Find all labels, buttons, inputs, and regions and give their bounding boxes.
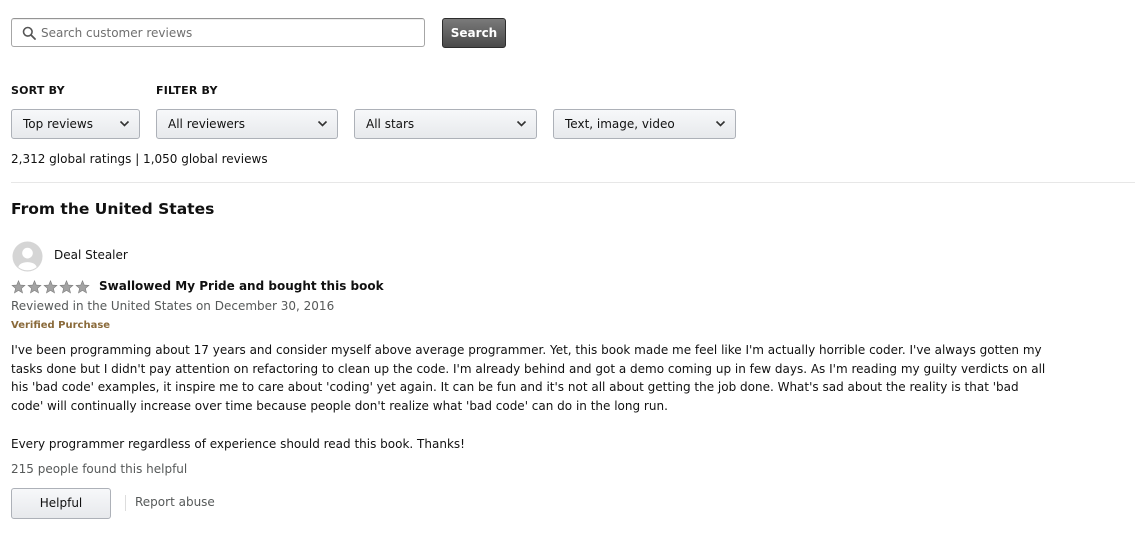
helpful-count: 215 people found this helpful [11, 462, 188, 476]
star-rating[interactable] [11, 280, 91, 295]
sort-dropdown[interactable]: Top reviews [11, 109, 140, 139]
section-title: From the United States [11, 200, 215, 218]
chevron-down-icon [516, 120, 527, 127]
reviewer-name[interactable]: Deal Stealer [54, 248, 128, 262]
search-button[interactable]: Search [442, 18, 506, 48]
format-filter-value: Text, image, video [565, 117, 675, 131]
search-icon [22, 26, 36, 40]
format-filter-dropdown[interactable]: Text, image, video [553, 109, 736, 139]
star-icon [11, 280, 26, 294]
divider [11, 182, 1135, 183]
reviewer-filter-value: All reviewers [168, 117, 245, 131]
ratings-summary: 2,312 global ratings | 1,050 global revi… [11, 152, 268, 166]
review-paragraph: Every programmer regardless of experienc… [11, 436, 465, 451]
review-date: Reviewed in the United States on Decembe… [11, 299, 335, 313]
review-paragraph: I've been programming about 17 years and… [11, 343, 1046, 414]
chevron-down-icon [715, 120, 726, 127]
review-body: I've been programming about 17 years and… [11, 341, 1051, 453]
helpful-button[interactable]: Helpful [11, 488, 111, 519]
star-icon [27, 280, 42, 294]
star-icon [59, 280, 74, 294]
reviewer-filter-dropdown[interactable]: All reviewers [156, 109, 338, 139]
chevron-down-icon [119, 120, 130, 127]
verified-purchase-badge: Verified Purchase [11, 320, 111, 331]
star-filter-value: All stars [366, 117, 415, 131]
report-abuse-link[interactable]: Report abuse [135, 495, 215, 509]
separator [125, 495, 126, 511]
avatar-icon [12, 241, 43, 272]
search-input[interactable] [41, 19, 411, 46]
star-filter-dropdown[interactable]: All stars [354, 109, 537, 139]
search-box[interactable] [11, 18, 425, 47]
review-title[interactable]: Swallowed My Pride and bought this book [99, 279, 384, 293]
star-icon [75, 280, 90, 294]
sort-by-label: SORT BY [11, 84, 65, 97]
sort-dropdown-value: Top reviews [23, 117, 94, 131]
filter-by-label: FILTER BY [156, 84, 218, 97]
chevron-down-icon [317, 120, 328, 127]
star-icon [43, 280, 58, 294]
